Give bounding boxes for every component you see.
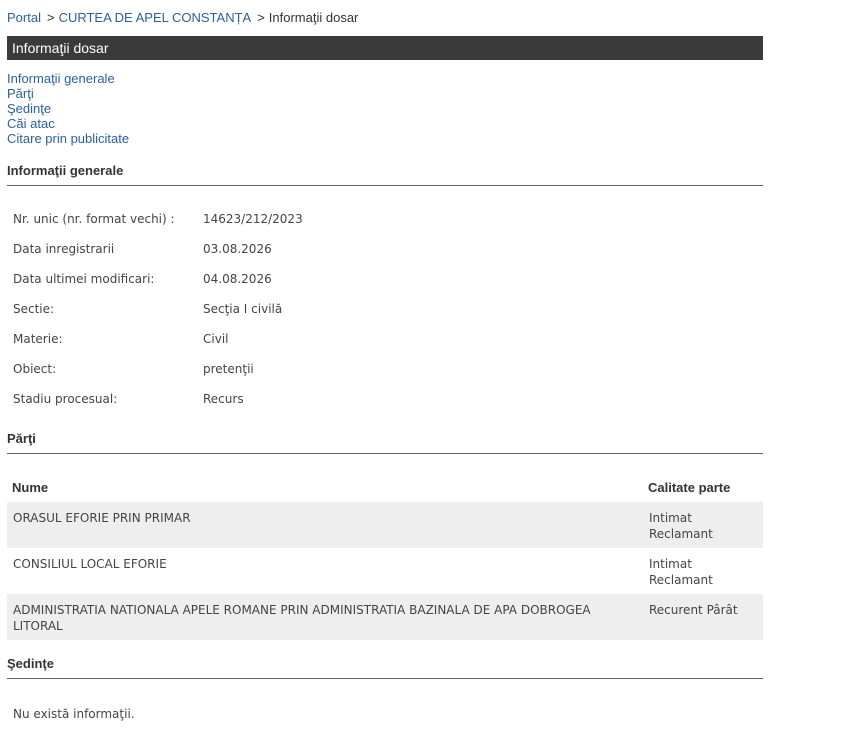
column-header-name: Nume — [12, 480, 49, 495]
party-role-line: Recurent Pârât — [649, 603, 738, 617]
breadcrumb-current: Informaţii dosar — [268, 10, 359, 25]
section-heading-general-info: Informaţii generale — [7, 163, 763, 186]
link-hearings[interactable]: Şedinţe — [7, 101, 129, 116]
party-role-line: Reclamant — [649, 527, 713, 541]
party-role-line: Intimat — [649, 557, 692, 571]
parties-table-header: Nume Calitate parte — [7, 472, 763, 502]
breadcrumb-link-court[interactable]: CURTEA DE APEL CONSTANȚA — [59, 10, 252, 25]
info-label: Data ultimei modificari: — [13, 272, 155, 286]
table-row: ORASUL EFORIE PRIN PRIMAR Intimat Reclam… — [7, 502, 763, 548]
page-title-bar: Informaţii dosar — [7, 36, 763, 60]
column-header-role: Calitate parte — [648, 480, 731, 495]
link-public-summons[interactable]: Citare prin publicitate — [7, 131, 129, 146]
info-value: 04.08.2026 — [203, 272, 272, 286]
section-links: Informaţii generale Părţi Şedinţe Căi at… — [7, 71, 129, 146]
breadcrumb-link-portal[interactable]: Portal — [7, 10, 41, 25]
info-value: 14623/212/2023 — [203, 212, 303, 226]
link-general-info[interactable]: Informaţii generale — [7, 71, 129, 86]
party-name: ADMINISTRATIA NATIONALA APELE ROMANE PRI… — [13, 603, 591, 633]
link-appeals[interactable]: Căi atac — [7, 116, 129, 131]
info-value: 03.08.2026 — [203, 242, 272, 256]
info-value: pretenţii — [203, 362, 254, 376]
section-heading-parties: Părţi — [7, 431, 763, 454]
info-label: Data inregistrarii — [13, 242, 115, 256]
party-role-line: Intimat — [649, 511, 692, 525]
info-value: Civil — [203, 332, 229, 346]
breadcrumb: Portal > CURTEA DE APEL CONSTANȚA > Informaţ… — [7, 10, 358, 26]
info-value: Secţia I civilă — [203, 302, 283, 316]
table-row: CONSILIUL LOCAL EFORIE Intimat Reclamant — [7, 548, 763, 594]
parties-table: Nume Calitate parte ORASUL EFORIE PRIN P… — [7, 472, 763, 640]
info-label: Sectie: — [13, 302, 55, 316]
page-title: Informaţii dosar — [12, 40, 109, 56]
party-role: Intimat Reclamant — [649, 510, 759, 542]
party-role-line: Reclamant — [649, 573, 713, 587]
party-role: Recurent Pârât — [649, 602, 759, 618]
table-row: ADMINISTRATIA NATIONALA APELE ROMANE PRI… — [7, 594, 763, 640]
party-name: ORASUL EFORIE PRIN PRIMAR — [13, 511, 191, 525]
hearings-empty-message: Nu există informaţii. — [13, 707, 135, 721]
info-label: Materie: — [13, 332, 63, 346]
info-label: Stadiu procesual: — [13, 392, 118, 406]
breadcrumb-separator: > — [46, 10, 55, 25]
page: Portal > CURTEA DE APEL CONSTANȚA > Informaţ… — [0, 0, 855, 736]
info-label: Nr. unic (nr. format vechi) : — [13, 212, 175, 226]
info-label: Obiect: — [13, 362, 57, 376]
link-parties[interactable]: Părţi — [7, 86, 129, 101]
party-role: Intimat Reclamant — [649, 556, 759, 588]
party-name: CONSILIUL LOCAL EFORIE — [13, 557, 167, 571]
section-heading-hearings: Şedinţe — [7, 656, 763, 679]
info-value: Recurs — [203, 392, 244, 406]
breadcrumb-separator: > — [257, 10, 265, 25]
